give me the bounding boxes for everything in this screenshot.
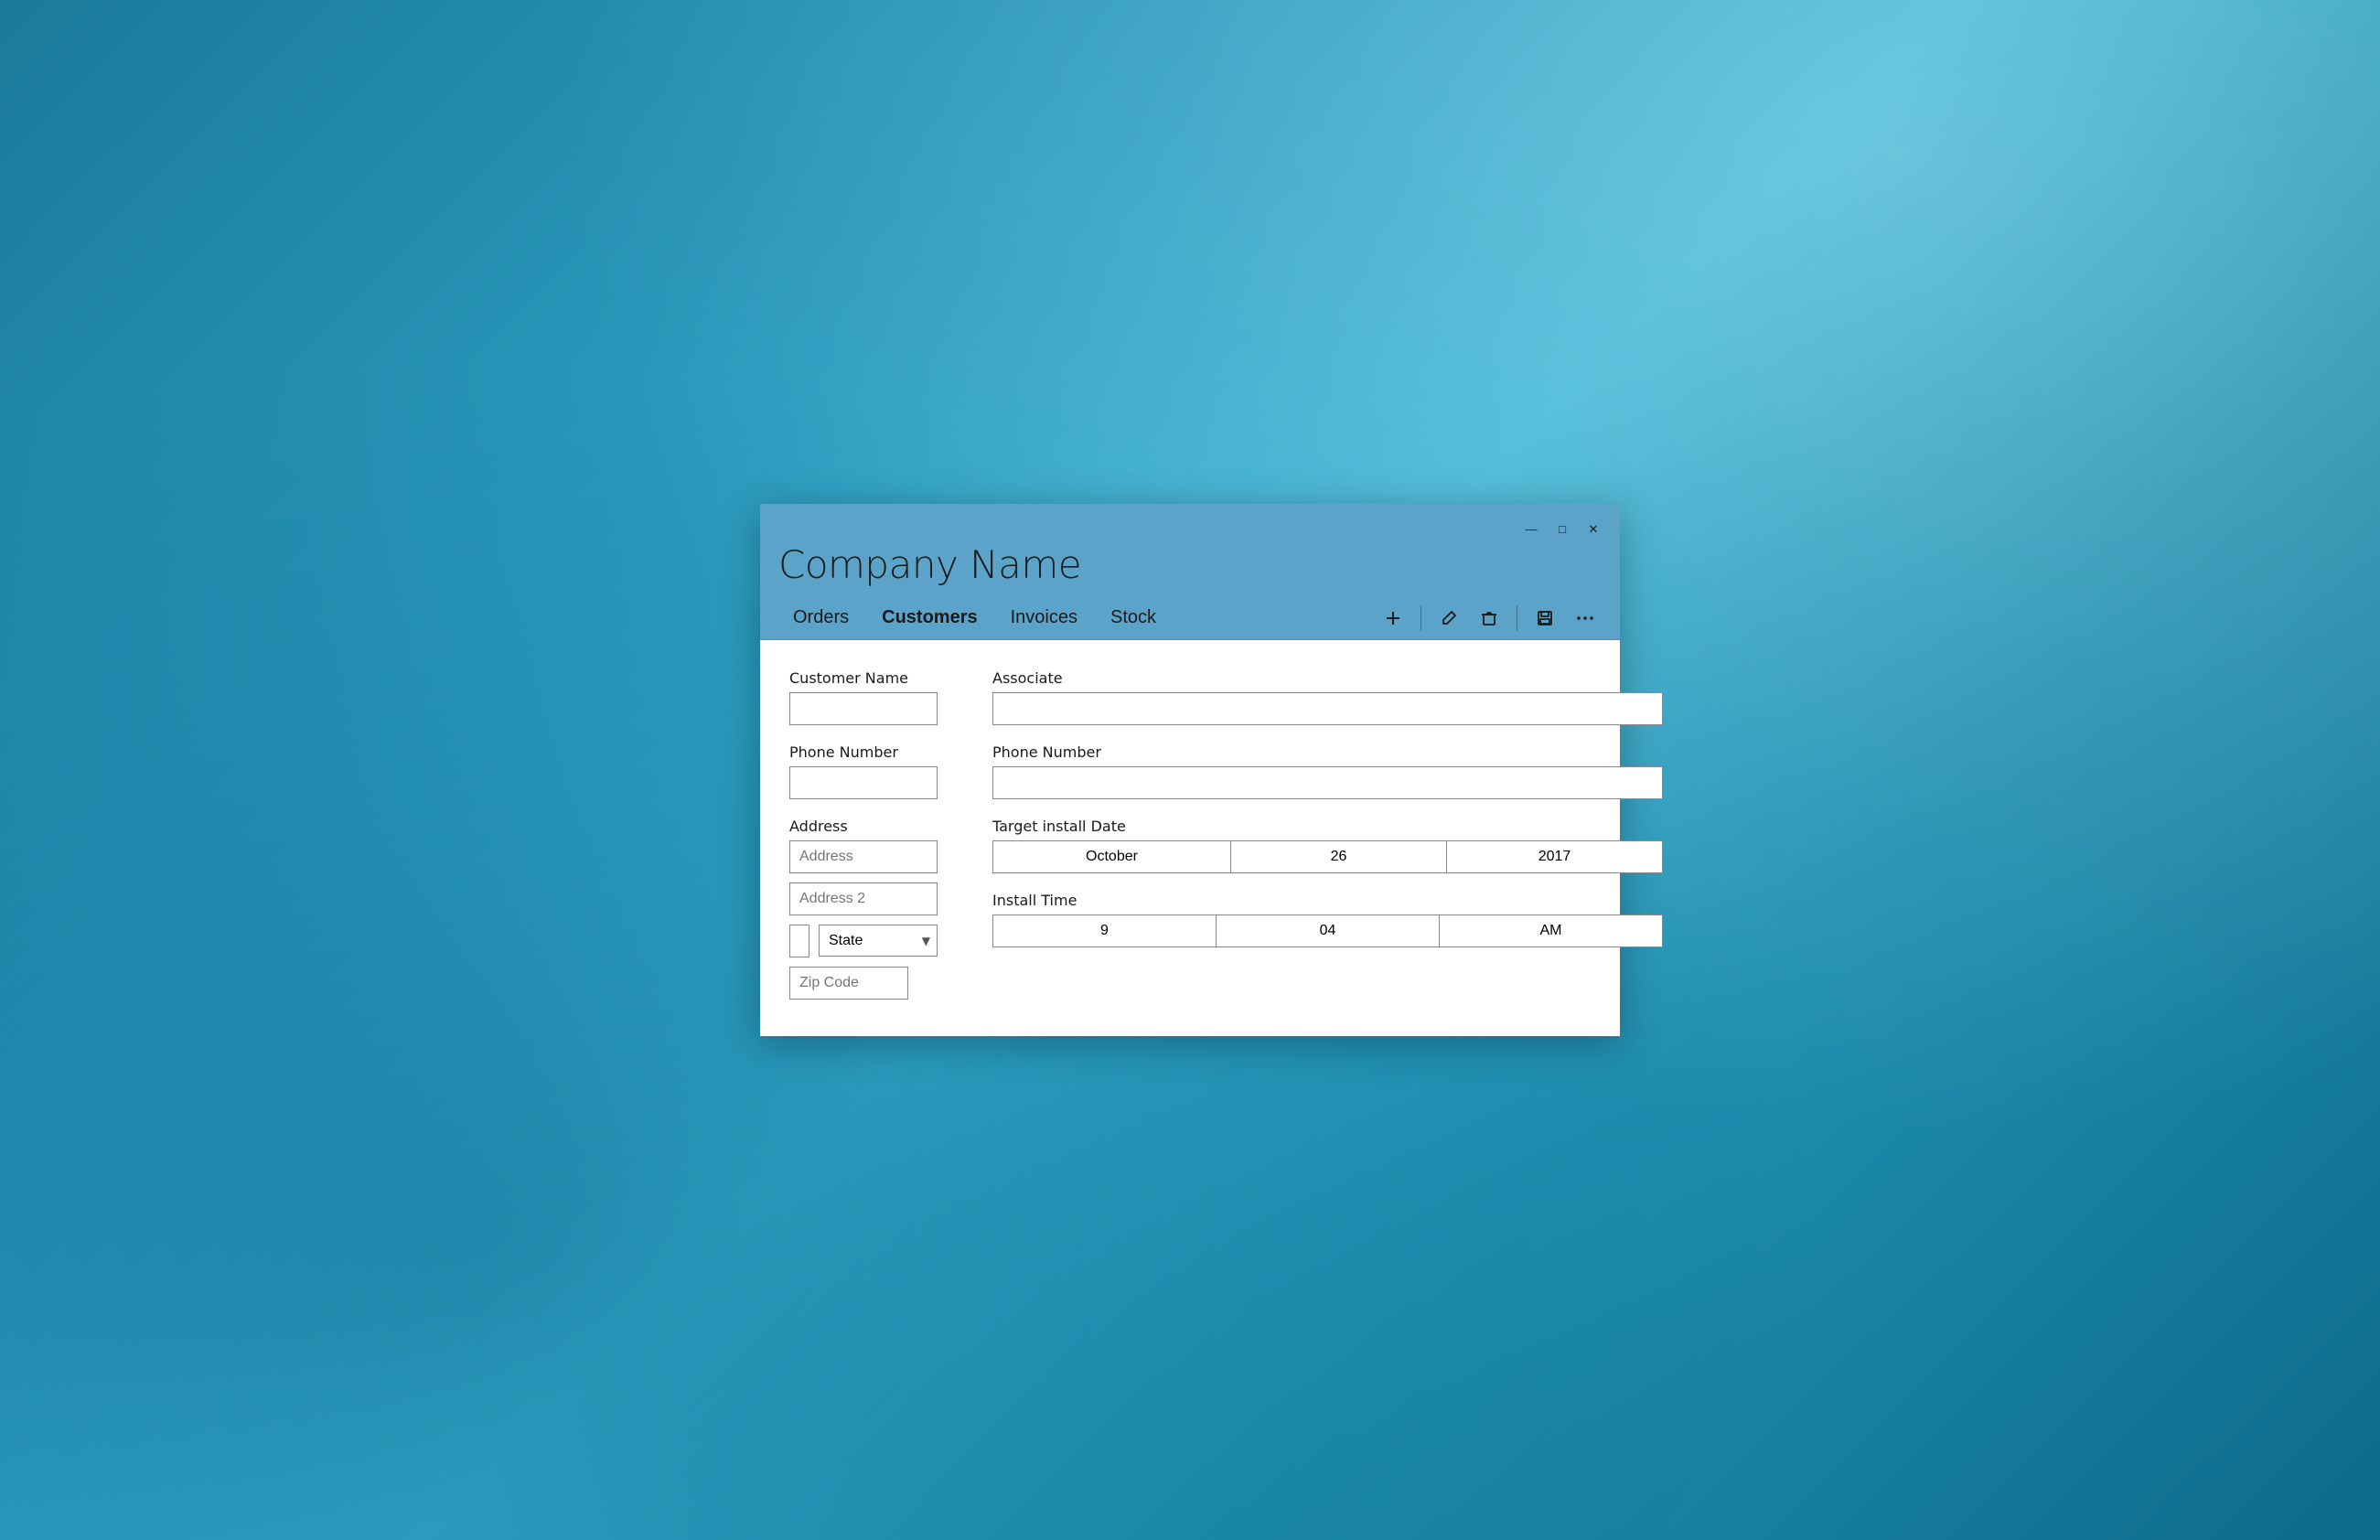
target-date-label: Target install Date — [992, 818, 1663, 835]
right-phone-group: Phone Number — [992, 743, 1663, 799]
main-window: — □ ✕ Company Name Orders Customers Invo… — [760, 504, 1620, 1036]
left-phone-group: Phone Number — [789, 743, 938, 799]
city-input[interactable] — [789, 925, 809, 957]
time-hour-input[interactable] — [993, 915, 1217, 946]
date-day-input[interactable] — [1231, 841, 1447, 872]
right-column: Associate Phone Number Target install Da… — [992, 669, 1663, 1000]
address-input[interactable] — [789, 840, 938, 873]
install-time-label: Install Time — [992, 892, 1663, 909]
address2-input[interactable] — [789, 882, 938, 915]
maximize-button[interactable]: □ — [1554, 520, 1571, 537]
edit-button[interactable] — [1432, 602, 1465, 635]
add-button[interactable] — [1377, 602, 1410, 635]
tab-customers[interactable]: Customers — [867, 596, 992, 639]
title-bar: — □ ✕ Company Name — [760, 504, 1620, 596]
trash-icon — [1480, 609, 1498, 627]
customer-name-group: Customer Name — [789, 669, 938, 725]
zip-input[interactable] — [789, 967, 908, 1000]
toolbar — [1377, 602, 1602, 635]
more-button[interactable] — [1569, 602, 1602, 635]
form-area: Customer Name Phone Number Address — [760, 640, 1620, 1036]
customer-name-label: Customer Name — [789, 669, 938, 687]
target-date-group: Target install Date — [992, 818, 1663, 873]
state-select[interactable]: State ALAKAZAR CACOCTDE FLGAHIID ILINIAK… — [819, 925, 938, 957]
window-controls: — □ ✕ — [778, 520, 1602, 537]
add-icon — [1384, 609, 1402, 627]
tab-stock[interactable]: Stock — [1096, 596, 1171, 639]
delete-button[interactable] — [1473, 602, 1506, 635]
address-group: Address State ALAKAZAR CACOCTDE — [789, 818, 938, 1000]
minimize-button[interactable]: — — [1523, 520, 1539, 537]
toolbar-divider-1 — [1420, 605, 1421, 631]
customer-name-input[interactable] — [789, 692, 938, 725]
date-year-input[interactable] — [1447, 841, 1662, 872]
edit-icon — [1440, 609, 1458, 627]
save-button[interactable] — [1528, 602, 1561, 635]
nav-tabs: Orders Customers Invoices Stock — [778, 596, 1377, 639]
time-picker — [992, 914, 1663, 947]
associate-label: Associate — [992, 669, 1663, 687]
more-icon — [1576, 609, 1594, 627]
right-phone-label: Phone Number — [992, 743, 1663, 761]
left-column: Customer Name Phone Number Address — [789, 669, 938, 1000]
date-month-input[interactable] — [993, 841, 1231, 872]
date-picker — [992, 840, 1663, 873]
associate-group: Associate — [992, 669, 1663, 725]
time-ampm-input[interactable] — [1440, 915, 1662, 946]
address-label: Address — [789, 818, 938, 835]
close-button[interactable]: ✕ — [1585, 520, 1602, 537]
left-phone-input[interactable] — [789, 766, 938, 799]
address-section: State ALAKAZAR CACOCTDE FLGAHIID ILINIAK… — [789, 840, 938, 1000]
tab-orders[interactable]: Orders — [778, 596, 863, 639]
state-select-wrapper: State ALAKAZAR CACOCTDE FLGAHIID ILINIAK… — [819, 925, 938, 957]
app-title: Company Name — [778, 542, 1602, 596]
install-time-group: Install Time — [992, 892, 1663, 947]
navbar: Orders Customers Invoices Stock — [760, 596, 1620, 640]
left-phone-label: Phone Number — [789, 743, 938, 761]
time-minute-input[interactable] — [1217, 915, 1440, 946]
city-state-row: State ALAKAZAR CACOCTDE FLGAHIID ILINIAK… — [789, 925, 938, 957]
save-icon — [1536, 609, 1554, 627]
tab-invoices[interactable]: Invoices — [996, 596, 1092, 639]
right-phone-input[interactable] — [992, 766, 1663, 799]
associate-input[interactable] — [992, 692, 1663, 725]
